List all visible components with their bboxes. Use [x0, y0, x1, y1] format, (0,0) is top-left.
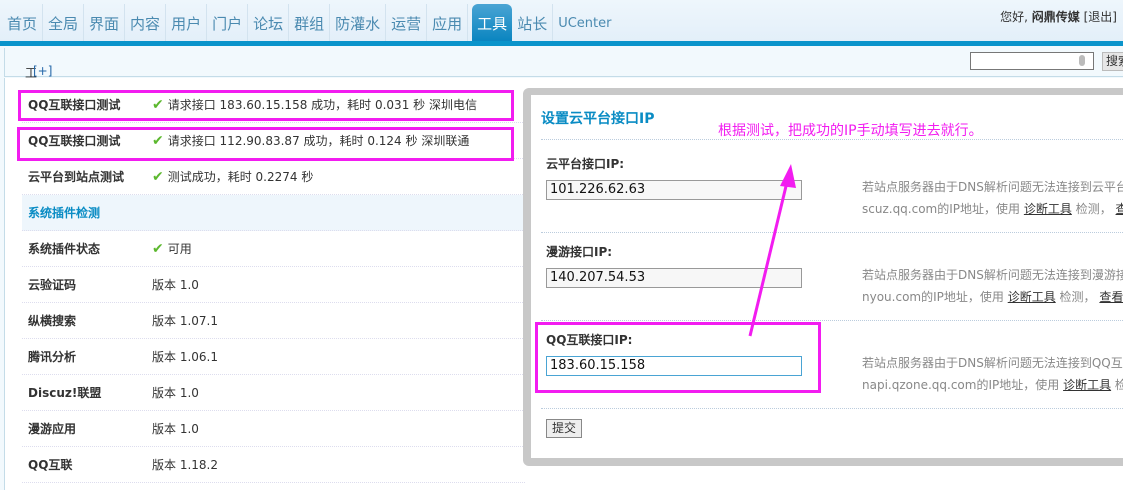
- table-row: 漫游应用 版本 1.0: [22, 411, 525, 447]
- field-label: 漫游接口IP:: [546, 245, 613, 259]
- row-value-text: 版本 1.0: [152, 278, 199, 292]
- row-label: 漫游应用: [28, 422, 77, 436]
- ip-input[interactable]: 140.207.54.53: [546, 268, 802, 288]
- table-row: 系统插件检测: [22, 195, 525, 231]
- row-value-text: 版本 1.0: [152, 386, 199, 400]
- nav-tab[interactable]: 界面: [84, 4, 126, 41]
- main-nav: 首页 全局 界面 内容 用户 门户 论坛 群组 防灌水 运营 应用 工具 站长 UCenter: [2, 4, 616, 41]
- hint-line: 若站点服务器由于DNS解析问题无法连接到漫游接: [862, 268, 1123, 282]
- row-value-text: 版本 1.18.2: [152, 458, 218, 472]
- row-value-text: 版本 1.06.1: [152, 350, 218, 364]
- row-label: 云验证码: [28, 278, 77, 292]
- nav-tab[interactable]: 站长: [512, 4, 554, 41]
- table-row: 云平台到站点测试 ✔ 测试成功，耗时 0.2274 秒: [22, 159, 525, 195]
- add-shortcut-link[interactable]: [+]: [33, 64, 52, 78]
- row-value: 版本 1.07.1: [152, 312, 218, 329]
- nav-tab[interactable]: 防灌水: [330, 4, 387, 41]
- table-row: 系统插件状态 ✔ 可用: [22, 231, 525, 267]
- highlight-box: [18, 90, 514, 121]
- divider: [541, 320, 1123, 321]
- search-button[interactable]: 搜索: [1102, 52, 1123, 71]
- field-hint: 若站点服务器由于DNS解析问题无法连接到漫游接 nyou.com的IP地址，使用 …: [862, 264, 1123, 308]
- nav-underline: [0, 41, 1123, 46]
- row-label: 云平台到站点测试: [28, 170, 125, 184]
- microphone-icon[interactable]: [1079, 55, 1085, 66]
- row-value: 版本 1.18.2: [152, 456, 218, 473]
- diagnose-tool-link[interactable]: 诊断工具: [1008, 290, 1056, 304]
- highlight-box: [17, 127, 514, 161]
- nav-tab[interactable]: 应用: [427, 4, 469, 41]
- table-row: 云验证码 版本 1.0: [22, 267, 525, 303]
- row-label: Discuz!联盟: [28, 386, 102, 400]
- divider: [541, 408, 1123, 409]
- table-row: 纵横搜索 版本 1.07.1: [22, 303, 525, 339]
- row-value-text: 可用: [167, 242, 192, 256]
- hint-line: 若站点服务器由于DNS解析问题无法连接到QQ互: [862, 356, 1123, 370]
- greeting: 您好,: [1000, 10, 1028, 24]
- row-label: 腾讯分析: [28, 350, 77, 364]
- search-input[interactable]: [970, 52, 1094, 70]
- table-row: QQ互联 版本 1.18.2: [22, 447, 525, 483]
- row-value: ✔ 测试成功，耗时 0.2274 秒: [152, 168, 313, 185]
- row-label: 系统插件检测: [28, 206, 101, 220]
- check-icon: ✔: [152, 240, 164, 257]
- ip-input[interactable]: 101.226.62.63: [546, 180, 802, 200]
- logout-link[interactable]: [退出]: [1084, 10, 1117, 24]
- nav-tab[interactable]: 运营: [386, 4, 428, 41]
- field-hint: 若站点服务器由于DNS解析问题无法连接到QQ互 napi.qzone.qq.com…: [862, 352, 1123, 396]
- nav-tab[interactable]: 工具: [472, 4, 513, 41]
- nav-tab[interactable]: 首页: [2, 4, 44, 41]
- row-value-text: 版本 1.0: [152, 422, 199, 436]
- dialog-title: 设置云平台接口IP: [541, 111, 655, 127]
- row-label: 纵横搜索: [28, 314, 77, 328]
- breadcrumb: 工具 » 云平台诊断工具[+]: [4, 48, 1123, 230]
- nav-tab[interactable]: 门户: [207, 4, 249, 41]
- row-value: ✔ 可用: [152, 240, 192, 257]
- view-link[interactable]: 查看: [1099, 290, 1123, 304]
- hint-line: scuz.qq.com的IP地址，使用: [862, 202, 1021, 216]
- annotation-text: 根据测试，把成功的IP手动填写进去就行。: [718, 123, 983, 139]
- field-label: 云平台接口IP:: [546, 157, 625, 171]
- row-value-text: 版本 1.07.1: [152, 314, 218, 328]
- submit-button[interactable]: 提交: [546, 419, 583, 438]
- row-value: 版本 1.06.1: [152, 348, 218, 365]
- row-label: 系统插件状态: [28, 242, 101, 256]
- hint-line: nyou.com的IP地址，使用: [862, 290, 1004, 304]
- nav-tab[interactable]: 内容: [125, 4, 167, 41]
- field-hint: 若站点服务器由于DNS解析问题无法连接到云平台 scuz.qq.com的IP地址，…: [862, 176, 1123, 220]
- nav-tab[interactable]: UCenter: [553, 4, 616, 41]
- nav-tab[interactable]: 群组: [289, 4, 331, 41]
- hint-line: 若站点服务器由于DNS解析问题无法连接到云平台: [862, 180, 1123, 194]
- row-label: QQ互联: [28, 458, 73, 472]
- divider: [541, 139, 1123, 140]
- hint-line: 检: [1114, 378, 1123, 392]
- row-value: 版本 1.0: [152, 420, 199, 437]
- table-row: 腾讯分析 版本 1.06.1: [22, 339, 525, 375]
- top-header: 首页 全局 界面 内容 用户 门户 论坛 群组 防灌水 运营 应用 工具 站长 UCenter 您好, 闷…: [0, 0, 1123, 41]
- hint-line: 检测，: [1059, 290, 1096, 304]
- row-value: 版本 1.0: [152, 384, 199, 401]
- nav-tab[interactable]: 论坛: [248, 4, 290, 41]
- row-value-text: 测试成功，耗时 0.2274 秒: [167, 170, 314, 184]
- hint-line: 检测，: [1075, 202, 1112, 216]
- view-link[interactable]: 查: [1116, 202, 1123, 216]
- ip-settings-dialog: 设置云平台接口IP 根据测试，把成功的IP手动填写进去就行。 云平台接口IP: …: [523, 88, 1123, 466]
- diagnose-tool-link[interactable]: 诊断工具: [1024, 202, 1072, 216]
- diagnose-tool-link[interactable]: 诊断工具: [1063, 378, 1111, 392]
- nav-tab[interactable]: 用户: [166, 4, 208, 41]
- divider: [541, 232, 1123, 233]
- check-icon: ✔: [152, 168, 164, 185]
- hint-line: napi.qzone.qq.com的IP地址，使用: [862, 378, 1060, 392]
- table-row: Discuz!联盟 版本 1.0: [22, 375, 525, 411]
- user-info: 您好, 闷鼎传媒 [退出]: [1000, 8, 1117, 25]
- highlight-box: [535, 322, 821, 393]
- username[interactable]: 闷鼎传媒: [1032, 10, 1080, 24]
- row-value: 版本 1.0: [152, 276, 199, 293]
- nav-tab[interactable]: 全局: [43, 4, 85, 41]
